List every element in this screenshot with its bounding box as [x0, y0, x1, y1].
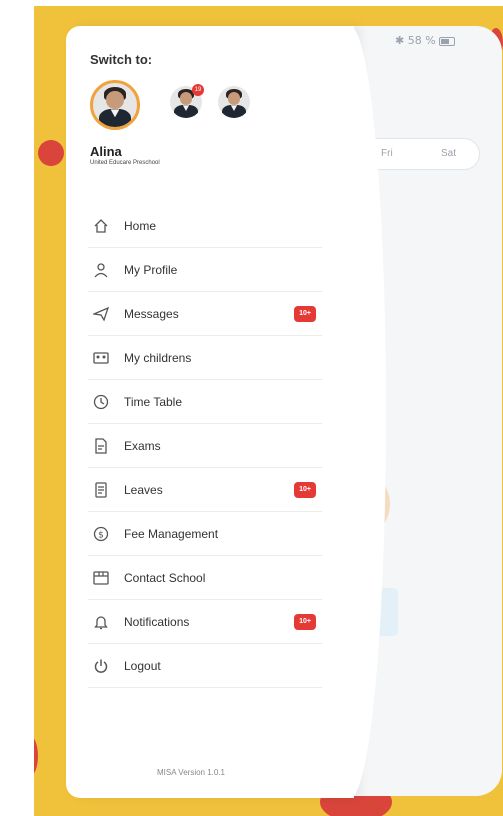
- menu-label: My Profile: [124, 262, 178, 277]
- app-version: MISA Version 1.0.1: [156, 768, 226, 777]
- contact-icon: [92, 569, 110, 587]
- dollar-icon: $: [92, 525, 110, 543]
- notifications-count-badge: 10+: [294, 614, 316, 630]
- drawer-menu: Home My Profile Messages 10+ My children…: [88, 204, 322, 688]
- menu-label: My childrens: [124, 350, 192, 365]
- menu-item-logout[interactable]: Logout: [88, 644, 322, 688]
- clock-icon: [92, 393, 110, 411]
- exams-icon: [92, 437, 110, 455]
- notification-badge: 19: [192, 84, 204, 96]
- menu-item-my-profile[interactable]: My Profile: [88, 248, 322, 292]
- messages-count-badge: 10+: [294, 306, 316, 322]
- current-user-avatar[interactable]: [90, 80, 140, 130]
- status-bar: ✱ 58 %: [395, 34, 455, 47]
- menu-label: Messages: [124, 306, 179, 321]
- menu-label: Logout: [124, 658, 161, 673]
- battery-icon: [438, 36, 455, 46]
- menu-item-home[interactable]: Home: [88, 204, 322, 248]
- home-icon: [92, 217, 110, 235]
- decorative-dot: [34, 736, 38, 776]
- menu-label: Time Table: [124, 394, 183, 409]
- switch-to-title: Switch to:: [90, 52, 153, 67]
- menu-item-my-childrens[interactable]: My childrens: [88, 336, 322, 380]
- menu-item-contact-school[interactable]: Contact School: [88, 556, 322, 600]
- status-text: ✱ 58 %: [395, 34, 436, 47]
- user-name: Alina: [90, 144, 122, 159]
- menu-label: Fee Management: [124, 526, 219, 541]
- svg-text:$: $: [98, 530, 104, 540]
- menu-item-notifications[interactable]: Notifications 10+: [88, 600, 322, 644]
- switch-child-avatar[interactable]: [218, 86, 250, 118]
- children-icon: [92, 349, 110, 367]
- leaves-icon: [92, 481, 110, 499]
- messages-icon: [92, 305, 110, 323]
- profile-icon: [92, 261, 110, 279]
- user-school: United Educare Preschool: [90, 160, 160, 166]
- menu-label: Contact School: [124, 570, 206, 585]
- menu-item-leaves[interactable]: Leaves 10+: [88, 468, 322, 512]
- menu-item-fee-management[interactable]: $ Fee Management: [88, 512, 322, 556]
- menu-item-time-table[interactable]: Time Table: [88, 380, 322, 424]
- menu-label: Leaves: [124, 482, 163, 497]
- decorative-dot: [38, 140, 64, 166]
- power-icon: [92, 657, 110, 675]
- leaves-count-badge: 10+: [294, 482, 316, 498]
- day-fri[interactable]: Fri: [381, 148, 393, 159]
- menu-label: Home: [124, 218, 157, 233]
- menu-label: Notifications: [124, 614, 190, 629]
- menu-item-messages[interactable]: Messages 10+: [88, 292, 322, 336]
- navigation-drawer: Switch to: 19 Alina United Educare Presc…: [66, 26, 386, 798]
- menu-label: Exams: [124, 438, 161, 453]
- day-sat[interactable]: Sat: [441, 148, 456, 159]
- bell-icon: [92, 613, 110, 631]
- menu-item-exams[interactable]: Exams: [88, 424, 322, 468]
